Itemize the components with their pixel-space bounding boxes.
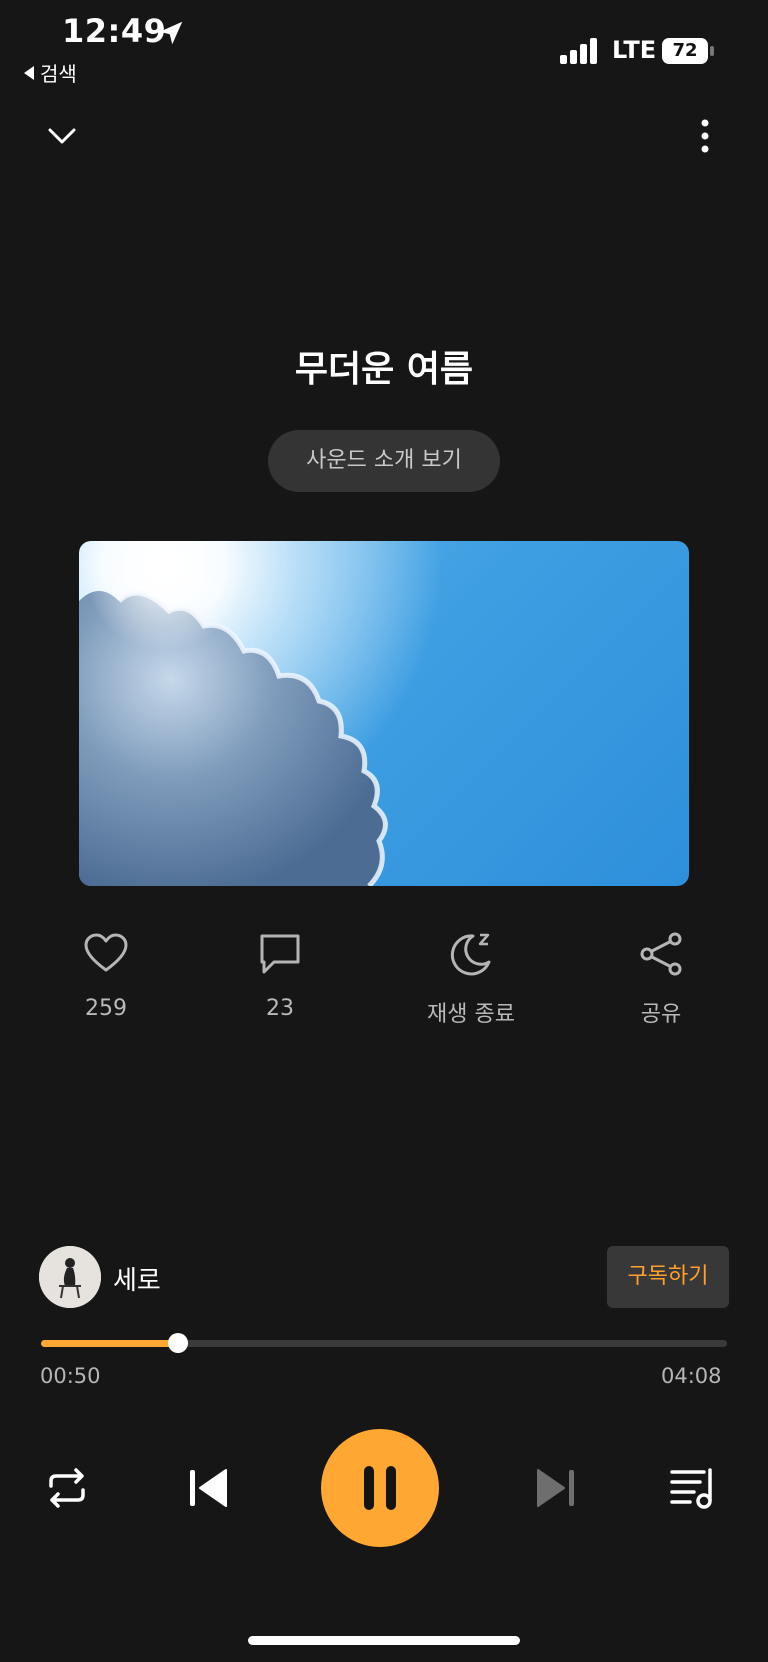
share-label: 공유 [640,1002,682,1027]
share-action[interactable]: 공유 [601,930,721,1028]
location-arrow-icon [159,21,183,45]
next-track-icon[interactable] [532,1464,580,1512]
channel-avatar[interactable] [39,1246,101,1308]
like-action[interactable]: 259 [46,930,166,1021]
current-time: 00:50 [40,1364,101,1388]
sleep-timer-label: 재생 종료 [427,1002,515,1027]
progress-fill [41,1340,179,1347]
back-to-search-label: 검색 [40,62,77,86]
comment-icon [260,934,300,974]
pause-button[interactable] [321,1429,439,1547]
total-time: 04:08 [661,1364,722,1388]
sound-intro-button[interactable]: 사운드 소개 보기 [268,430,500,492]
pause-icon [364,1466,396,1510]
cellular-signal-icon [560,38,597,64]
progress-thumb[interactable] [168,1333,189,1353]
battery-icon: 72 [662,38,714,64]
status-time: 12:49 [62,12,167,50]
back-triangle-icon [24,65,34,80]
progress-bar[interactable] [41,1333,727,1353]
sound-artwork [79,541,689,886]
chevron-down-icon[interactable] [44,118,80,154]
more-vertical-icon[interactable] [690,118,720,154]
home-indicator[interactable] [248,1636,520,1645]
channel-name[interactable]: 세로 [113,1260,161,1297]
share-icon [640,932,682,976]
like-count: 259 [85,996,127,1021]
playlist-icon[interactable] [670,1464,718,1512]
heart-icon [84,933,128,972]
sleep-timer-action[interactable]: 재생 종료 [411,930,531,1028]
sound-title: 무더운 여름 [294,349,474,390]
battery-level: 72 [662,38,708,64]
network-type: LTE [612,36,657,64]
subscribe-button[interactable]: 구독하기 [607,1246,729,1308]
back-to-search-link[interactable]: 검색 [24,58,77,87]
comment-count: 23 [266,996,294,1021]
repeat-icon[interactable] [43,1464,91,1512]
moon-sleep-icon [450,933,491,976]
previous-track-icon[interactable] [184,1464,232,1512]
comment-action[interactable]: 23 [220,930,340,1021]
